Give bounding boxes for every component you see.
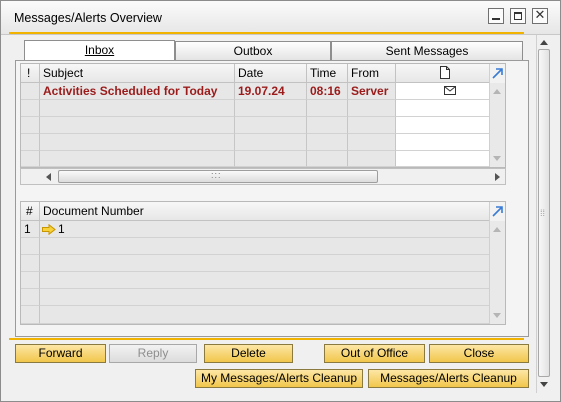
scroll-up-icon[interactable] (493, 89, 501, 94)
empty-cell[interactable] (307, 117, 348, 134)
accent-line (9, 338, 524, 340)
empty-cell[interactable] (21, 238, 40, 255)
col-time-header[interactable]: Time (307, 64, 348, 83)
col-subject-header[interactable]: Subject (40, 64, 235, 83)
tab-inbox-label: Inbox (84, 43, 115, 57)
empty-cell[interactable] (348, 151, 396, 167)
close-icon: ✕ (534, 8, 546, 23)
empty-cell[interactable] (307, 134, 348, 151)
empty-cell[interactable] (235, 117, 307, 134)
col-index-header[interactable]: # (21, 202, 40, 221)
empty-cell[interactable] (348, 134, 396, 151)
row-date[interactable]: 19.07.24 (235, 83, 307, 100)
empty-cell[interactable] (235, 151, 307, 167)
col-priority-header[interactable]: ! (21, 64, 40, 83)
messages-vertical-scrollbar[interactable] (489, 83, 505, 167)
row-index[interactable]: 1 (21, 221, 40, 238)
empty-cell[interactable] (40, 100, 235, 117)
title-bar[interactable]: Messages/Alerts Overview ✕ (1, 1, 560, 35)
empty-cell[interactable] (348, 100, 396, 117)
scroll-up-icon[interactable] (540, 40, 548, 45)
window-title: Messages/Alerts Overview (14, 11, 162, 25)
empty-cell[interactable] (21, 117, 40, 134)
tab-outbox[interactable]: Outbox (175, 41, 331, 60)
empty-cell[interactable] (307, 151, 348, 167)
row-time[interactable]: 08:16 (307, 83, 348, 100)
empty-cell[interactable] (348, 117, 396, 134)
empty-cell[interactable] (396, 151, 491, 167)
empty-cell[interactable] (40, 272, 491, 289)
row-priority[interactable] (21, 83, 40, 100)
tab-inbox[interactable]: Inbox (24, 40, 175, 61)
reply-button[interactable]: Reply (109, 344, 197, 363)
document-expand-button[interactable] (489, 202, 505, 221)
scroll-up-icon[interactable] (493, 227, 501, 232)
my-messages-cleanup-button[interactable]: My Messages/Alerts Cleanup (195, 369, 363, 388)
row-subject[interactable]: Activities Scheduled for Today (40, 83, 235, 100)
empty-cell[interactable] (307, 100, 348, 117)
delete-button[interactable]: Delete (204, 344, 293, 363)
minimize-button[interactable] (488, 8, 504, 24)
empty-cell[interactable] (40, 117, 235, 134)
scroll-right-icon[interactable] (495, 173, 500, 181)
document-icon (440, 66, 450, 79)
empty-cell[interactable] (21, 134, 40, 151)
empty-cell[interactable] (21, 289, 40, 306)
close-button[interactable]: Close (429, 344, 529, 363)
messages-horizontal-scrollbar[interactable]: ::: (20, 168, 506, 185)
scroll-left-icon[interactable] (46, 173, 51, 181)
empty-cell[interactable] (40, 238, 491, 255)
horizontal-scroll-thumb[interactable]: ::: (58, 170, 378, 183)
col-date-header[interactable]: Date (235, 64, 307, 83)
row-message-type[interactable] (396, 83, 491, 100)
empty-cell[interactable] (40, 255, 491, 272)
document-grid: # Document Number 1 1 (20, 201, 506, 325)
scroll-down-icon[interactable] (540, 382, 548, 387)
col-attachment-header[interactable] (396, 64, 491, 83)
empty-cell[interactable] (21, 272, 40, 289)
empty-cell[interactable] (235, 100, 307, 117)
messages-alerts-window: Messages/Alerts Overview ✕ Inbox Outbox … (0, 0, 561, 402)
scroll-down-icon[interactable] (493, 313, 501, 318)
empty-cell[interactable] (40, 151, 235, 167)
document-vertical-scrollbar[interactable] (489, 221, 505, 324)
close-window-button[interactable]: ✕ (532, 8, 548, 24)
grip-icon: ::: (211, 170, 222, 180)
empty-cell[interactable] (21, 255, 40, 272)
empty-cell[interactable] (396, 117, 491, 134)
document-number-value: 1 (58, 222, 65, 236)
maximize-button[interactable] (510, 8, 526, 24)
row-document-number[interactable]: 1 (40, 221, 491, 238)
out-of-office-button[interactable]: Out of Office (324, 344, 425, 363)
empty-cell[interactable] (396, 100, 491, 117)
empty-cell[interactable] (21, 100, 40, 117)
messages-expand-button[interactable] (489, 64, 505, 83)
empty-cell[interactable] (40, 289, 491, 306)
messages-cleanup-button[interactable]: Messages/Alerts Cleanup (368, 369, 529, 388)
empty-cell[interactable] (21, 306, 40, 324)
empty-cell[interactable] (40, 306, 491, 324)
link-arrow-icon (42, 224, 56, 235)
expand-arrow-icon (492, 206, 503, 217)
empty-cell[interactable] (40, 134, 235, 151)
empty-cell[interactable] (235, 134, 307, 151)
col-from-header[interactable]: From (348, 64, 396, 83)
tab-outbox-label: Outbox (233, 44, 273, 58)
grip-icon: ⁞⁞ (540, 208, 546, 218)
col-document-number-header[interactable]: Document Number (40, 202, 491, 221)
accent-line (9, 32, 524, 34)
scroll-down-icon[interactable] (493, 156, 501, 161)
empty-cell[interactable] (396, 134, 491, 151)
messages-grid: ! Subject Date Time From Activities Sche… (20, 63, 506, 168)
tab-sent-messages-label: Sent Messages (385, 44, 469, 58)
tab-sent-messages[interactable]: Sent Messages (331, 41, 523, 60)
envelope-icon (444, 86, 456, 95)
row-from[interactable]: Server (348, 83, 396, 100)
expand-arrow-icon (492, 68, 503, 79)
empty-cell[interactable] (21, 151, 40, 167)
forward-button[interactable]: Forward (15, 344, 106, 363)
